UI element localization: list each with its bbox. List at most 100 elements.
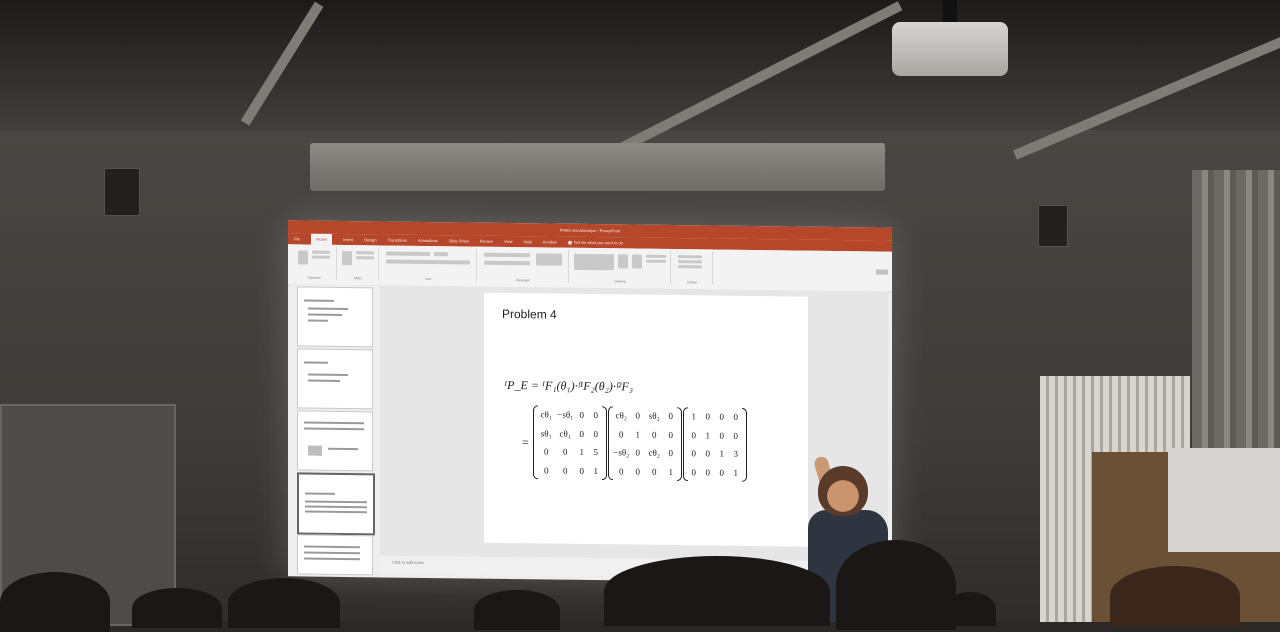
kinematics-equation: ᴵP_E = ᴵF₁(θ₁)·ᶠ¹F₂(θ₂)·ᶠ²F₃ — [504, 377, 634, 394]
reset-button[interactable] — [356, 256, 374, 260]
projector — [892, 22, 1008, 76]
tab-file[interactable]: File — [294, 233, 300, 244]
current-slide[interactable]: Problem 4 ᴵP_E = ᴵF₁(θ₁)·ᶠ¹F₂(θ₂)·ᶠ²F₃ =… — [484, 292, 808, 547]
matrix-cell: 0 — [719, 411, 725, 422]
matrix-cell: 0 — [705, 448, 711, 459]
whiteboard — [1168, 448, 1280, 552]
tab-transitions[interactable]: Transitions — [388, 235, 407, 246]
matrix-cell: cθ₁ — [559, 428, 571, 439]
audience-head — [944, 592, 996, 626]
replace-button[interactable] — [678, 260, 702, 264]
tab-view[interactable]: View — [504, 236, 513, 247]
ribbon-group-label: Font — [424, 276, 431, 282]
window-title: PHBS mecatronique - PowerPoint — [559, 227, 621, 234]
matrix-cell: cθ₂ — [648, 447, 660, 459]
matrix-cell: 1 — [635, 429, 641, 440]
list-buttons[interactable] — [484, 252, 530, 258]
matrix-cell: sθ₁ — [540, 428, 552, 439]
lightbulb-icon — [567, 240, 572, 245]
slide-thumbnail[interactable] — [297, 286, 373, 348]
projected-powerpoint: PHBS mecatronique - PowerPoint File Home… — [288, 220, 892, 584]
ribbon-group-slides: Slides — [338, 246, 379, 281]
matrix-cell: 0 — [593, 428, 599, 439]
text-direction-button[interactable] — [536, 253, 562, 266]
translation-matrix: 1000 0100 0013 0001 — [683, 407, 747, 482]
matrix-cell: 0 — [705, 467, 711, 478]
tab-help[interactable]: Help — [524, 236, 532, 247]
matrix-cell: 1 — [719, 448, 725, 459]
matrix-product: = cθ₁ −sθ₁ 0 0 sθ₁ cθ₁ 0 0 0015 0001 cθ₂ 0 sθ₂ 0 … — [522, 405, 748, 482]
matrix-cell: 1 — [593, 465, 599, 476]
matrix-cell: 0 — [668, 429, 674, 440]
font-size-select[interactable] — [434, 252, 448, 257]
tab-slide-show[interactable]: Slide Show — [449, 235, 469, 246]
ribbon-group-editing: Editing — [672, 251, 713, 285]
ribbon-group-font: Font — [380, 247, 477, 282]
matrix-cell: 0 — [719, 467, 725, 478]
slide-title: Problem 4 — [502, 306, 557, 322]
shape-outline-button[interactable] — [646, 259, 666, 263]
shape-fill-button[interactable] — [646, 254, 666, 258]
tell-me-box[interactable]: Tell me what you want to do — [567, 237, 623, 249]
ribbon-group-label: Drawing — [614, 279, 626, 284]
presenter-head — [818, 466, 868, 516]
find-button[interactable] — [678, 255, 702, 259]
slide-thumbnail[interactable] — [297, 410, 373, 472]
arrange-button[interactable] — [618, 254, 628, 269]
matrix-cell: −sθ₁ — [557, 409, 574, 421]
audience-head — [228, 578, 340, 628]
tab-review[interactable]: Review — [480, 236, 493, 247]
paste-button[interactable] — [298, 250, 308, 265]
font-format-buttons[interactable] — [386, 259, 470, 265]
matrix-cell: 0 — [635, 410, 641, 421]
matrix-cell: 0 — [619, 466, 624, 477]
ribbon-group-label: Paragraph — [515, 278, 530, 283]
slide-thumbnail-selected[interactable] — [297, 472, 375, 536]
tab-home[interactable]: Home — [311, 233, 333, 245]
notes-placeholder: Click to add notes — [392, 559, 424, 565]
slide-thumbnail[interactable] — [297, 348, 373, 410]
matrix-cell: 0 — [593, 410, 599, 421]
tab-design[interactable]: Design — [364, 234, 376, 245]
cut-button[interactable] — [312, 250, 330, 254]
slide-thumbnail[interactable] — [297, 534, 373, 576]
matrix-cell: 1 — [579, 447, 585, 458]
audience-head — [604, 556, 830, 626]
matrix-cell: 3 — [733, 449, 739, 460]
matrix-cell: 0 — [691, 466, 697, 478]
tell-me-text: Tell me what you want to do — [573, 239, 623, 246]
ribbon-group-label: Clipboard — [307, 275, 321, 280]
matrix-cell: 0 — [635, 447, 641, 458]
select-button[interactable] — [678, 265, 702, 269]
font-name-select[interactable] — [386, 251, 430, 257]
ribbon-group-drawing: Drawing — [570, 249, 671, 284]
align-buttons[interactable] — [484, 260, 530, 266]
matrix-cell: 0 — [563, 446, 568, 457]
tab-insert[interactable]: Insert — [343, 234, 353, 245]
matrix-cell: 0 — [544, 446, 549, 457]
projector-screen-housing — [310, 143, 885, 191]
matrix-cell: 1 — [705, 430, 711, 441]
rotation-matrix-1: cθ₁ −sθ₁ 0 0 sθ₁ cθ₁ 0 0 0015 0001 — [533, 405, 607, 480]
matrix-cell: 0 — [668, 411, 674, 422]
matrix-cell: 5 — [593, 447, 599, 458]
wall-speaker — [1038, 205, 1068, 247]
shapes-gallery[interactable] — [574, 253, 614, 271]
lecture-room: PHBS mecatronique - PowerPoint File Home… — [0, 0, 1280, 632]
matrix-cell: 0 — [635, 466, 641, 477]
matrix-cell: 0 — [705, 411, 711, 422]
new-slide-button[interactable] — [342, 250, 352, 266]
share-button[interactable] — [876, 269, 888, 275]
copy-button[interactable] — [312, 255, 330, 259]
matrix-cell: 0 — [691, 448, 697, 459]
quick-styles-button[interactable] — [632, 254, 642, 269]
tab-animations[interactable]: Animations — [418, 235, 438, 246]
matrix-cell: −sθ₂ — [613, 447, 630, 458]
matrix-cell: 0 — [719, 430, 725, 441]
matrix-cell: cθ₁ — [540, 409, 552, 420]
tab-acrobat[interactable]: Acrobat — [543, 236, 557, 247]
matrix-cell: 1 — [668, 466, 674, 477]
matrix-cell: 1 — [691, 411, 697, 422]
layout-button[interactable] — [356, 251, 374, 255]
slide-thumbnail-pane — [290, 284, 378, 576]
